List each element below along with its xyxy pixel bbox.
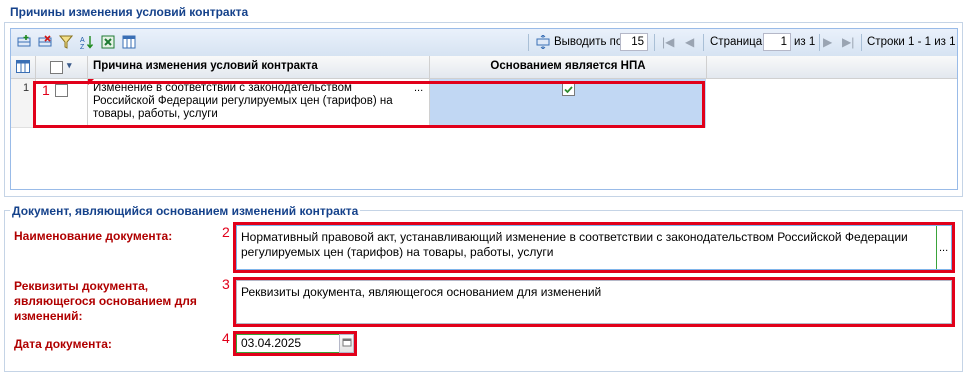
page-size-label: Выводить по <box>554 36 623 48</box>
document-section-title: Документ, являющийся основанием изменени… <box>10 204 361 218</box>
toolbar-separator <box>528 34 529 51</box>
reasons-section-title: Причины изменения условий контракта <box>10 5 249 19</box>
document-name-label: Наименование документа: <box>14 229 173 243</box>
grid-toolbar: AZ Выводить по |◀ ◀ Страница из 1 ▶ ▶| С… <box>11 29 957 57</box>
grid-header: ▾ Причина изменения условий контракта Ос… <box>11 56 957 79</box>
requisites-text: Реквизиты документа, являющегося основан… <box>241 285 602 299</box>
field-divider <box>936 226 937 269</box>
annotation-number-3: 3 <box>222 276 230 292</box>
sort-icon[interactable]: AZ <box>80 35 94 49</box>
toolbar-separator-2 <box>654 34 655 51</box>
toolbar-separator-4 <box>819 34 820 51</box>
date-label: Дата документа: <box>14 337 112 351</box>
annotation-number-4: 4 <box>222 330 230 346</box>
row-number-header <box>11 56 36 78</box>
date-text: 03.04.2025 <box>241 336 302 350</box>
delete-row-icon[interactable] <box>38 35 52 49</box>
npa-column-header[interactable]: Основанием является НПА <box>430 56 707 78</box>
svg-text:A: A <box>80 37 85 44</box>
separator-settings-icon[interactable] <box>536 35 550 49</box>
chevron-down-icon[interactable]: ▾ <box>67 60 72 71</box>
calendar-icon <box>342 338 352 347</box>
rows-info: Строки 1 - 1 из 1 <box>867 36 956 48</box>
add-row-icon[interactable] <box>17 35 31 49</box>
date-input[interactable]: 03.04.2025 <box>236 334 340 353</box>
filter-icon[interactable] <box>59 35 73 49</box>
calendar-button[interactable] <box>339 334 354 353</box>
document-select-button[interactable]: ... <box>939 241 948 256</box>
columns-icon[interactable] <box>122 35 136 49</box>
reason-column-header[interactable]: Причина изменения условий контракта <box>88 56 430 78</box>
page-of-label: из 1 <box>794 36 816 48</box>
toolbar-separator-3 <box>703 34 704 51</box>
document-name-field[interactable]: Нормативный правовой акт, устанавливающи… <box>236 225 952 270</box>
document-name-text: Нормативный правовой акт, устанавливающи… <box>241 230 908 259</box>
page-label: Страница <box>710 36 763 48</box>
select-all-header: ▾ <box>36 56 88 78</box>
requisites-label: Реквизиты документа, являющегося основан… <box>14 279 197 323</box>
annotation-box-1 <box>33 81 705 128</box>
toolbar-separator-5 <box>861 34 862 51</box>
page-size-input[interactable] <box>620 33 648 51</box>
table-icon <box>16 60 30 73</box>
select-all-checkbox[interactable] <box>50 61 63 74</box>
row-number: 1 <box>23 82 30 94</box>
npa-column-label: Основанием является НПА <box>490 60 646 72</box>
prev-page-icon[interactable]: ◀ <box>685 35 694 49</box>
excel-export-icon[interactable] <box>101 35 115 49</box>
svg-text:Z: Z <box>80 44 85 49</box>
first-page-icon[interactable]: |◀ <box>662 35 674 49</box>
next-page-icon[interactable]: ▶ <box>823 35 832 49</box>
last-page-icon[interactable]: ▶| <box>842 35 854 49</box>
annotation-number-1: 1 <box>42 82 50 98</box>
reason-column-label: Причина изменения условий контракта <box>93 60 318 72</box>
requisites-field[interactable]: Реквизиты документа, являющегося основан… <box>236 280 952 324</box>
page-input[interactable] <box>763 33 791 51</box>
annotation-number-2: 2 <box>222 224 230 240</box>
